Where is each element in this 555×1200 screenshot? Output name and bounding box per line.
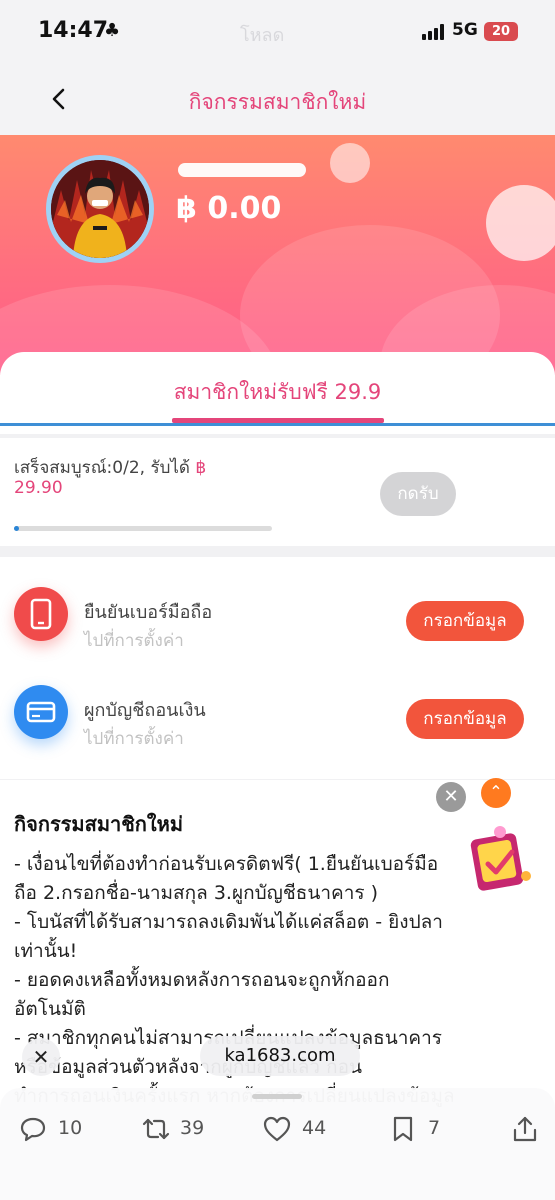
- account-banner: ฿ 0.00: [0, 135, 555, 375]
- task-subtitle: ไปที่การตั้งค่า: [84, 631, 184, 651]
- repost-count: 39: [180, 1117, 205, 1139]
- avatar-image: [51, 160, 149, 258]
- status-time: 14:47: [38, 18, 109, 43]
- fill-info-button[interactable]: กรอกข้อมูล: [406, 699, 524, 739]
- description-line: - โบนัสที่ได้รับสามารถลงเดิมพันได้แค่สล็…: [14, 911, 443, 933]
- description-line: - ยอดคงเหลือทั้งหมดหลังการถอนจะถูกหักออก: [14, 969, 390, 991]
- repost-icon: [142, 1118, 170, 1140]
- balance-amount: ฿ 0.00: [176, 191, 282, 226]
- repost-button[interactable]: 39: [140, 1114, 220, 1144]
- status-center-text: โหลด: [240, 25, 285, 46]
- description-line: เท่านั้น!: [14, 940, 78, 962]
- clover-icon: ♣: [104, 20, 121, 41]
- scroll-top-icon[interactable]: ⌃: [481, 778, 511, 808]
- tab-divider: [0, 423, 555, 426]
- task-title: ผูกบัญชีถอนเงิน: [84, 700, 206, 721]
- post-action-bar: 10 39 44 7: [0, 1088, 555, 1200]
- task-bind-withdraw-account: ผูกบัญชีถอนเงิน ไปที่การตั้งค่า กรอกข้อม…: [0, 655, 555, 755]
- decor-bubble: [330, 143, 370, 183]
- nav-header: กิจกรรมสมาชิกใหม่: [0, 62, 555, 135]
- tab-bar: สมาชิกใหม่รับฟรี 29.9: [0, 352, 555, 434]
- decor-bubble: [486, 185, 555, 261]
- task-title: ยืนยันเบอร์มือถือ: [84, 602, 213, 623]
- avatar[interactable]: [46, 155, 154, 263]
- progress-status: เสร็จสมบูรณ์:0/2, รับได้ ฿: [14, 454, 206, 481]
- progress-bar: [14, 526, 272, 531]
- close-browser-button[interactable]: ✕: [22, 1038, 60, 1076]
- description-line: - เงื่อนไขที่ต้องทำก่อนรับเครดิตฟรี( 1.ย…: [14, 853, 439, 875]
- description-line: อัตโนมัติ: [14, 998, 86, 1020]
- task-verify-phone: ยืนยันเบอร์มือถือ ไปที่การตั้งค่า กรอกข้…: [0, 557, 555, 657]
- like-button[interactable]: 44: [262, 1114, 342, 1144]
- phone-icon: [14, 587, 68, 641]
- gift-box-icon[interactable]: [460, 818, 538, 896]
- screen: 14:47 ♣ โหลด 5G 20 กิจกรรมสมาชิกใหม่ ฿ 0…: [0, 0, 555, 1200]
- claim-button[interactable]: กดรับ: [380, 472, 456, 516]
- description-line: ถือ 2.กรอกชื่อ-นามสกุล 3.ผูกบัญชีธนาคาร …: [14, 882, 379, 904]
- share-icon: [513, 1116, 537, 1142]
- progress-card: เสร็จสมบูรณ์:0/2, รับได้ ฿ 29.90 กดรับ: [0, 438, 555, 546]
- share-button[interactable]: [510, 1114, 540, 1144]
- bookmark-icon: [393, 1116, 413, 1142]
- progress-prefix: เสร็จสมบูรณ์:0/2, รับได้: [14, 458, 196, 478]
- reply-count: 10: [58, 1117, 83, 1139]
- close-icon[interactable]: ✕: [436, 782, 466, 812]
- fill-info-button[interactable]: กรอกข้อมูล: [406, 601, 524, 641]
- task-subtitle: ไปที่การตั้งค่า: [84, 729, 184, 749]
- sheet-grabber[interactable]: [252, 1094, 302, 1099]
- page-title: กิจกรรมสมาชิกใหม่: [188, 90, 367, 114]
- comment-icon: [20, 1117, 46, 1142]
- status-bar: 14:47 ♣ โหลด 5G 20: [0, 0, 555, 62]
- signal-icon: [422, 24, 448, 40]
- battery-icon: 20: [484, 22, 518, 41]
- network-label: 5G: [452, 20, 478, 40]
- tab-new-member[interactable]: สมาชิกใหม่รับฟรี 29.9: [0, 376, 555, 409]
- description-title: กิจกรรมสมาชิกใหม่: [14, 812, 184, 836]
- currency-symbol: ฿: [195, 458, 207, 478]
- bookmark-count: 7: [428, 1117, 441, 1139]
- card-icon: [14, 685, 68, 739]
- task-list: ยืนยันเบอร์มือถือ ไปที่การตั้งค่า กรอกข้…: [0, 557, 555, 779]
- progress-bar-fill: [14, 526, 20, 531]
- reward-amount: 29.90: [14, 478, 63, 498]
- like-count: 44: [302, 1117, 327, 1139]
- heart-icon: [263, 1116, 291, 1142]
- url-bar[interactable]: ka1683.com: [200, 1036, 360, 1076]
- bookmark-button[interactable]: 7: [388, 1114, 458, 1144]
- reply-button[interactable]: 10: [18, 1114, 98, 1144]
- username-redacted: [178, 163, 306, 177]
